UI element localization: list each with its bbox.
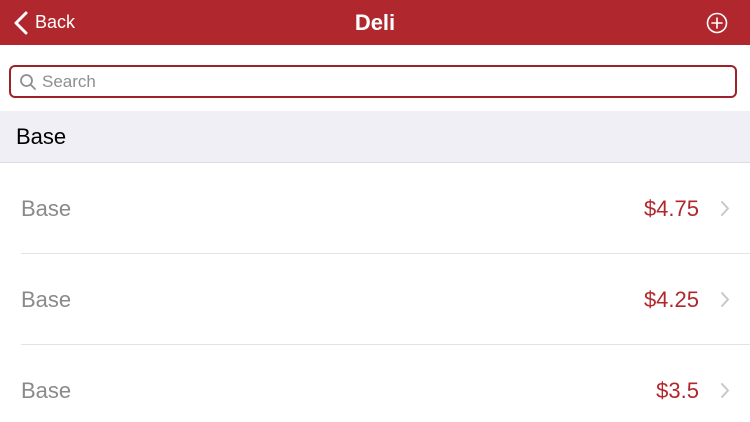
search-icon [18, 72, 38, 92]
item-price: $3.5 [656, 378, 699, 403]
navigation-bar: Back Deli [0, 0, 750, 45]
item-price: $4.75 [643, 196, 699, 221]
back-label: Back [35, 12, 76, 32]
item-name: Base [21, 287, 72, 312]
back-button[interactable]: Back [10, 0, 75, 45]
search-input[interactable] [42, 68, 722, 95]
chevron-right-icon [720, 200, 730, 217]
plus-circle-icon[interactable] [706, 12, 728, 34]
list-item[interactable]: Base $4.25 [0, 254, 750, 345]
chevron-right-icon [720, 382, 730, 399]
chevron-right-icon [720, 291, 730, 308]
item-name: Base [21, 196, 72, 221]
search-field-container[interactable] [9, 65, 737, 98]
list-item[interactable]: Base $3.5 [0, 345, 750, 422]
section-title: Base [16, 124, 67, 149]
item-list: Base $4.75 Base $4.25 Base $3.5 [0, 163, 750, 422]
search-bar [0, 45, 750, 111]
item-name: Base [21, 378, 72, 403]
page-title: Deli [354, 10, 396, 35]
app-screen: Back Deli Base Base $4.75 [0, 0, 750, 422]
chevron-left-icon [10, 10, 32, 36]
item-price: $4.25 [643, 287, 699, 312]
list-item[interactable]: Base $4.75 [0, 163, 750, 254]
section-header: Base [0, 111, 750, 163]
